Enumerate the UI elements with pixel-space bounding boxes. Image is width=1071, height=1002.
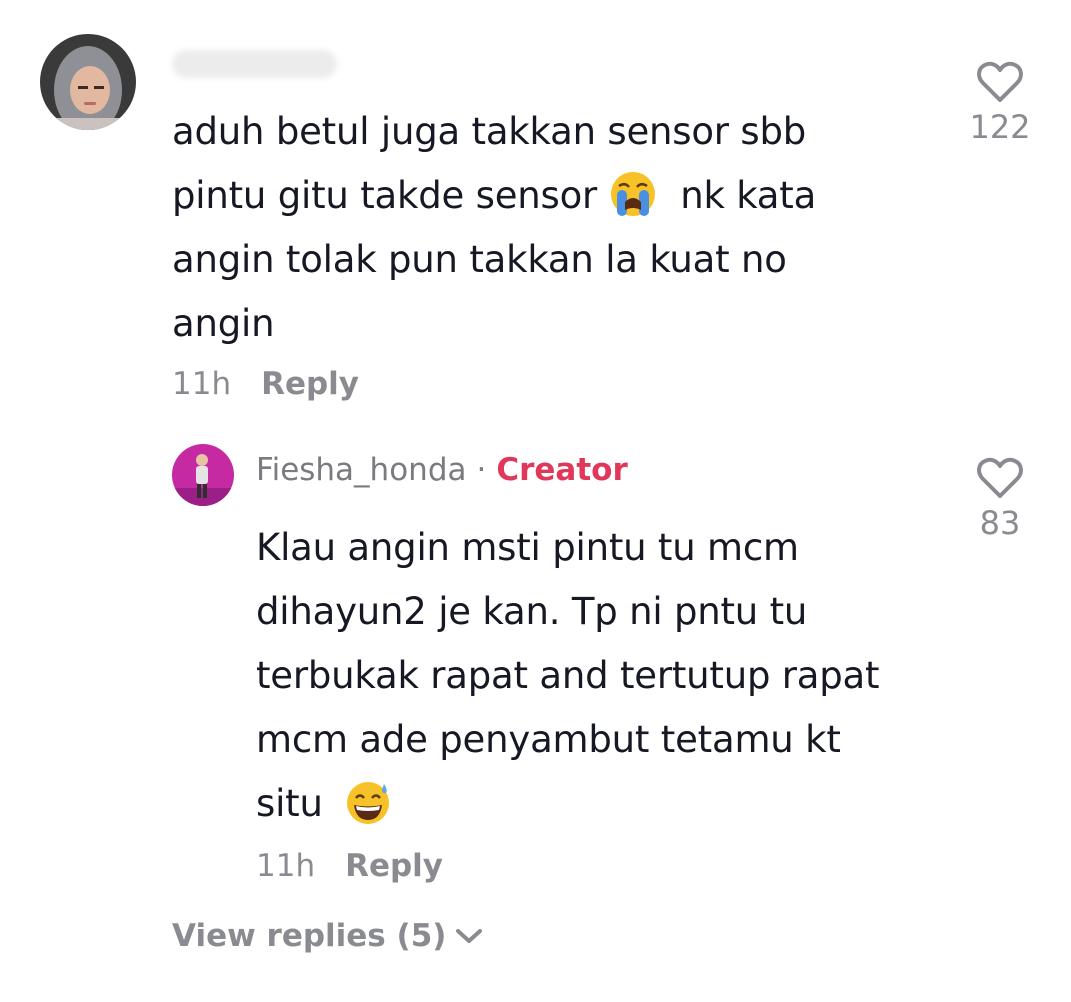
reply-meta: 11h Reply [256,848,443,884]
heart-outline-icon [977,61,1023,102]
comment-meta: 11h Reply [172,366,359,402]
reply-line-4: mcm ade penyambut tetamu kt [256,718,841,761]
comment-line-4: angin [172,302,275,345]
reply-like-count: 83 [979,504,1021,542]
comment-like-count: 122 [969,108,1031,146]
reply-line-1: Klau angin msti pintu tu mcm [256,526,799,569]
heart-outline-icon [977,457,1023,498]
reply-comment: Fiesha_honda · Creator Klau angin msti p… [0,420,1071,900]
loudly-crying-face-icon [610,171,655,216]
grinning-face-with-sweat-icon [347,781,390,824]
view-replies-button[interactable]: View replies (5) [172,918,484,954]
commenter-username-blurred [172,50,337,78]
reply-line-2: dihayun2 je kan. Tp ni pntu tu [256,590,808,633]
reply-line-5: situ [256,772,956,836]
creator-name-row: Fiesha_honda · Creator [256,452,628,488]
creator-badge: Creator [496,452,628,488]
comment-timestamp: 11h [172,366,232,402]
comment-line-2: pintu gitu takde sensor nk kata [172,164,892,228]
comment-line-3: angin tolak pun takkan la kuat no [172,238,787,281]
separator-dot: · [476,452,487,488]
chevron-down-icon [456,929,483,943]
comment-line-1: aduh betul juga takkan sensor sbb [172,110,807,153]
comment-like-button[interactable]: 122 [968,60,1032,146]
comment-reply-button[interactable]: Reply [261,366,359,402]
creator-username[interactable]: Fiesha_honda [256,452,467,488]
reply-reply-button[interactable]: Reply [345,848,443,884]
view-replies-label: View replies (5) [172,918,447,954]
comment-text: aduh betul juga takkan sensor sbb pintu … [172,100,892,356]
commenter-avatar[interactable] [40,34,136,130]
reply-timestamp: 11h [256,848,316,884]
reply-text: Klau angin msti pintu tu mcm dihayun2 je… [256,516,956,836]
reply-like-button[interactable]: 83 [968,456,1032,542]
comment: aduh betul juga takkan sensor sbb pintu … [0,0,1071,420]
reply-line-3: terbukak rapat and tertutup rapat [256,654,880,697]
creator-avatar[interactable] [172,444,234,506]
